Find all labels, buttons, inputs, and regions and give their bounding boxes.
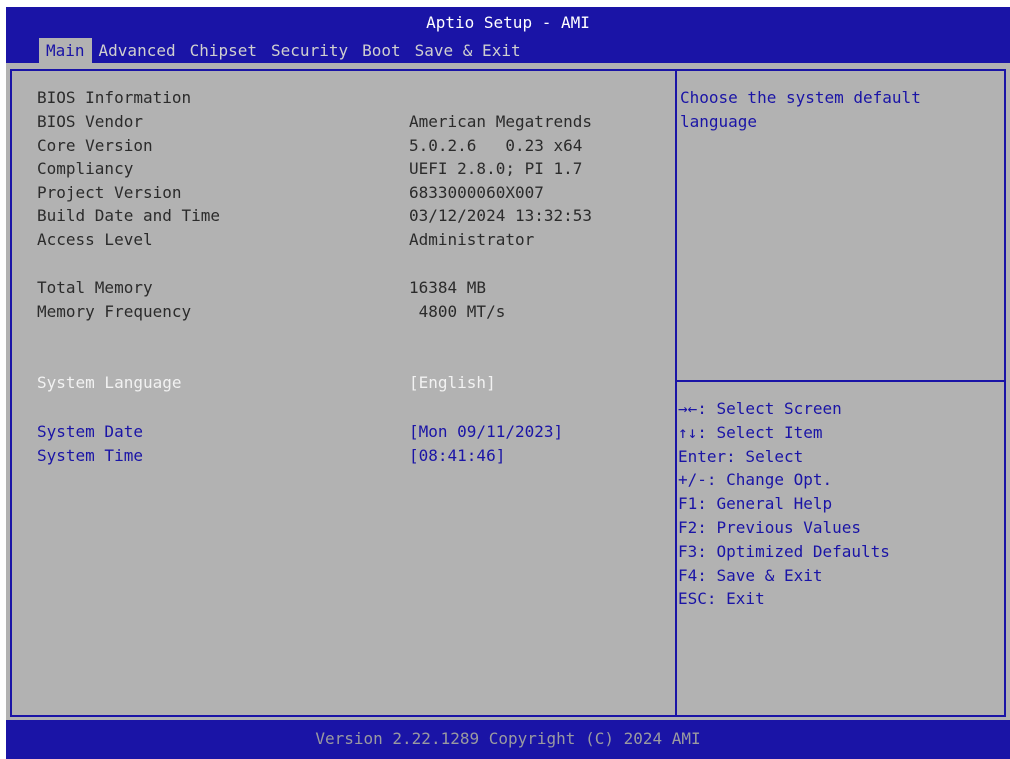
bios-screen: Aptio Setup - AMI Main Advanced Chipset …	[6, 7, 1010, 759]
compliancy-label: Compliancy	[37, 159, 134, 178]
core-version-value: 5.0.2.6 0.23 x64	[409, 136, 583, 155]
panel-divider-vertical	[675, 69, 677, 717]
window-title: Aptio Setup - AMI	[426, 13, 590, 32]
system-time-value[interactable]: [08:41:46]	[409, 445, 505, 467]
key-select-item: ↑↓: Select Item	[678, 422, 823, 442]
compliancy-value: UEFI 2.8.0; PI 1.7	[409, 159, 583, 178]
system-language-label[interactable]: System Language	[37, 372, 182, 394]
key-previous-values: F2: Previous Values	[678, 517, 862, 537]
core-version-label: Core Version	[37, 136, 153, 155]
memory-frequency-label: Memory Frequency	[37, 302, 192, 321]
bios-vendor-label: BIOS Vendor	[37, 112, 143, 131]
key-enter-select: Enter: Select	[678, 446, 804, 466]
key-optimized-defaults: F3: Optimized Defaults	[678, 541, 890, 561]
system-date-label[interactable]: System Date	[37, 421, 143, 443]
title-bar: Aptio Setup - AMI Main Advanced Chipset …	[6, 7, 1010, 64]
help-description-line-1: Choose the system default	[680, 88, 921, 107]
bios-info-heading: BIOS Information	[37, 88, 192, 107]
total-memory-value: 16384 MB	[409, 278, 487, 297]
tab-main[interactable]: Main	[39, 38, 92, 64]
access-level-value: Administrator	[409, 230, 535, 249]
build-date-label: Build Date and Time	[37, 206, 221, 225]
tab-boot[interactable]: Boot	[355, 38, 408, 64]
key-esc-exit: ESC: Exit	[678, 589, 765, 609]
tab-advanced[interactable]: Advanced	[92, 38, 183, 64]
total-memory-label: Total Memory	[37, 278, 153, 297]
tab-bar: Main Advanced Chipset Security Boot Save…	[39, 38, 528, 64]
system-language-value[interactable]: [English]	[409, 372, 496, 394]
build-date-value: 03/12/2024 13:32:53	[409, 206, 593, 225]
tab-security[interactable]: Security	[264, 38, 355, 64]
access-level-label: Access Level	[37, 230, 153, 249]
key-general-help: F1: General Help	[678, 494, 833, 514]
help-divider-horizontal	[677, 380, 1004, 382]
project-version-label: Project Version	[37, 183, 182, 202]
system-date-value[interactable]: [Mon 09/11/2023]	[409, 421, 563, 443]
memory-frequency-value: 4800 MT/s	[409, 302, 506, 321]
tab-save-exit[interactable]: Save & Exit	[408, 38, 528, 64]
project-version-value: 6833000060X007	[409, 183, 544, 202]
key-change-opt: +/-: Change Opt.	[678, 470, 833, 490]
system-time-label[interactable]: System Time	[37, 445, 143, 467]
help-description-line-2: language	[680, 112, 758, 131]
key-select-screen: →←: Select Screen	[678, 399, 842, 418]
footer-bar: Version 2.22.1289 Copyright (C) 2024 AMI	[6, 720, 1010, 759]
bios-vendor-value: American Megatrends	[409, 112, 593, 131]
key-save-exit: F4: Save & Exit	[678, 565, 823, 585]
key-legend: →←: Select Screen ↑↓: Select Item Enter:…	[678, 397, 890, 611]
version-copyright: Version 2.22.1289 Copyright (C) 2024 AMI	[315, 729, 701, 748]
tab-chipset[interactable]: Chipset	[183, 38, 264, 64]
